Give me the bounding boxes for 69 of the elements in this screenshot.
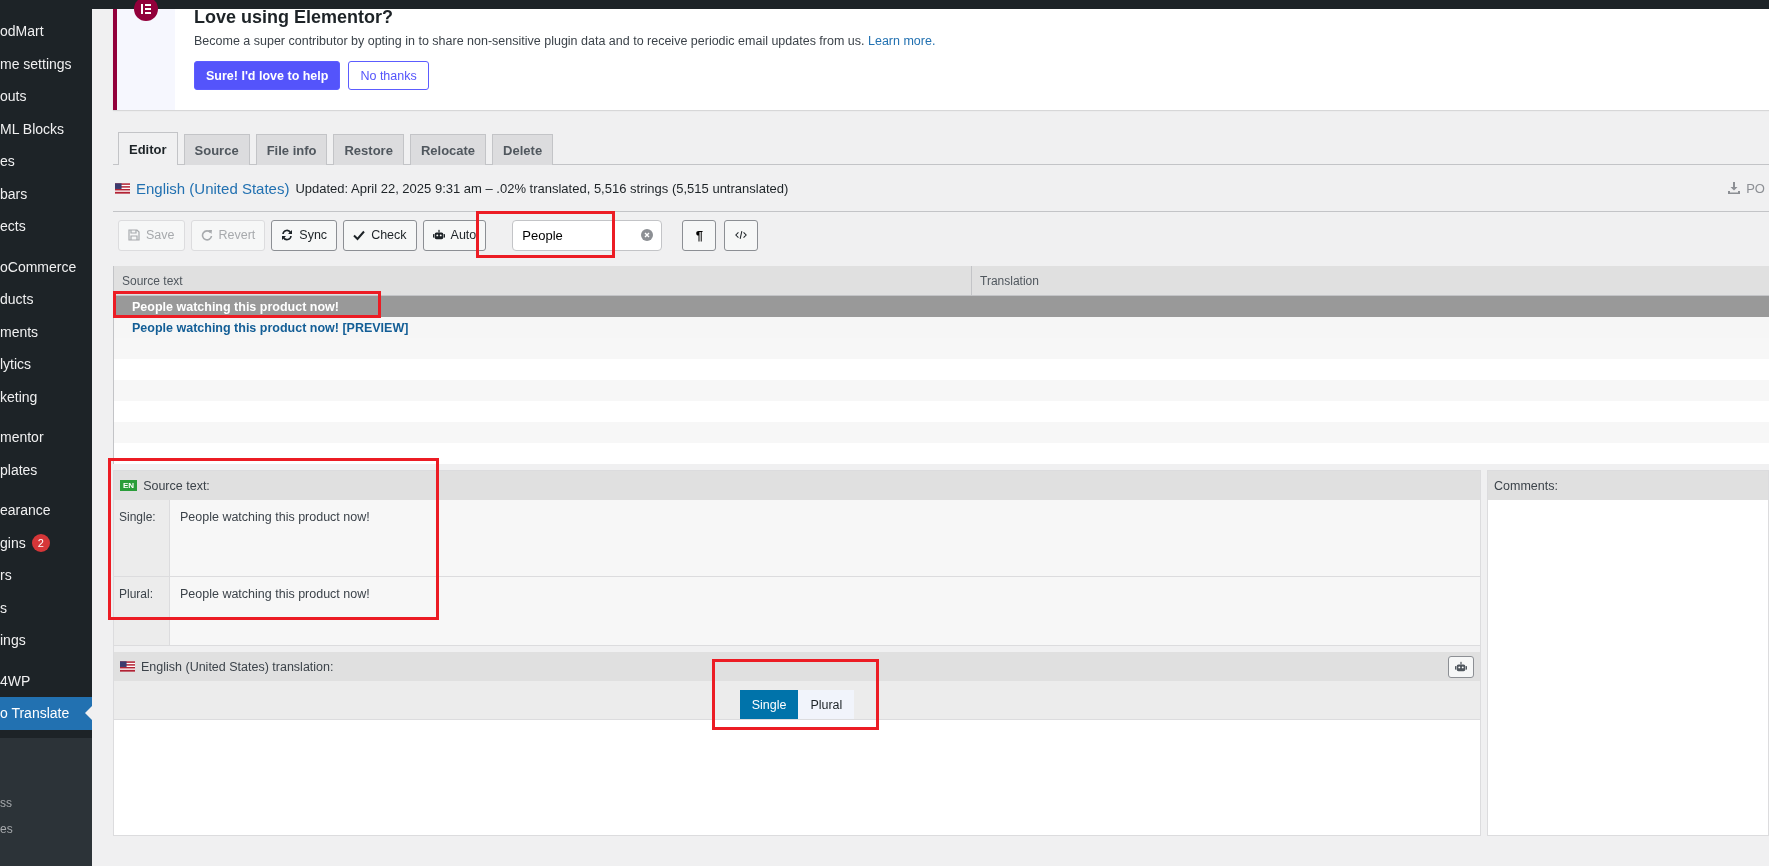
sidebar-item[interactable]: ments <box>0 315 92 348</box>
sidebar-item[interactable]: ML Blocks <box>0 112 92 145</box>
submenu-item[interactable]: es <box>0 821 92 838</box>
download-icon <box>1728 182 1741 194</box>
sidebar-item[interactable]: me settings <box>0 47 92 80</box>
sidebar-item[interactable]: o Translate <box>0 697 92 730</box>
check-icon <box>353 229 366 241</box>
sidebar-item[interactable]: gins 2 <box>0 526 92 559</box>
clear-icon[interactable] <box>641 229 654 241</box>
column-header: Source text <box>121 273 184 288</box>
auto-translate-button[interactable] <box>1448 655 1474 678</box>
toolbar-button[interactable]: Check <box>343 219 417 251</box>
submenu-item[interactable]: ss <box>0 795 92 812</box>
us-flag-icon <box>115 182 130 194</box>
sidebar-item[interactable]: keting <box>0 380 92 413</box>
robot-icon <box>1455 660 1467 673</box>
undo-icon <box>200 229 213 241</box>
form-label: Single: <box>114 500 169 576</box>
source-text: People watching this product now! <box>169 500 1480 576</box>
tab[interactable]: Delete <box>492 134 554 165</box>
sidebar-item[interactable]: ducts <box>0 283 92 316</box>
sidebar-item[interactable]: es <box>0 145 92 178</box>
sidebar-item[interactable]: ings <box>0 624 92 657</box>
string-row[interactable]: People watching this product now! [PREVIEW] <box>114 317 1769 338</box>
opt-in-button[interactable]: Sure! I'd love to help <box>194 61 341 90</box>
sidebar-item[interactable]: odMart <box>0 15 92 48</box>
sidebar-item[interactable]: ects <box>0 210 92 243</box>
notice-text: Become a super contributor by opting in to share non-sensitive plugin data and to receive periodic email updates from us. Learn more. <box>194 34 936 48</box>
sidebar-item[interactable]: rs <box>0 559 92 592</box>
form-label: Plural: <box>114 577 169 645</box>
plural-form-tab[interactable]: Single <box>739 690 799 719</box>
locale-info: Updated: April 22, 2025 9:31 am – .02% translated, 5,516 strings (5,515 untranslated) <box>295 180 789 196</box>
translation-field[interactable] <box>114 719 1480 835</box>
us-flag-icon <box>120 661 135 672</box>
sidebar-item[interactable]: 4WP <box>0 664 92 697</box>
code-icon <box>735 229 748 241</box>
source-text: People watching this product now! <box>169 577 1480 645</box>
sidebar-item[interactable]: lytics <box>0 348 92 381</box>
sidebar-item[interactable]: mentor <box>0 421 92 454</box>
panel-title: Comments: <box>1494 478 1558 493</box>
tab[interactable]: Editor <box>118 132 178 165</box>
panel-title: English (United States) translation: <box>141 659 334 674</box>
notice-title: Love using Elementor? <box>194 6 395 28</box>
sidebar-item[interactable]: plates <box>0 453 92 486</box>
locale-link[interactable]: English (United States) <box>136 179 290 197</box>
sync-icon <box>281 229 294 241</box>
tab[interactable]: Source <box>183 134 250 165</box>
search-field[interactable]: People <box>512 219 663 251</box>
learn-more-link[interactable]: Learn more. <box>868 34 936 48</box>
tab[interactable]: File info <box>255 134 328 165</box>
column-header: Translation <box>971 266 1769 295</box>
dismiss-button[interactable]: No thanks <box>348 61 429 90</box>
language-badge: EN <box>120 480 138 491</box>
tab[interactable]: Relocate <box>409 134 487 165</box>
plural-form-tab[interactable]: Plural <box>798 690 855 719</box>
update-count-badge: 2 <box>31 533 50 552</box>
toolbar-button[interactable]: Sync <box>271 219 338 251</box>
invisibles-button[interactable]: ¶ <box>682 219 717 251</box>
sidebar-item[interactable]: earance <box>0 494 92 527</box>
tab[interactable]: Restore <box>333 134 404 165</box>
robot-icon <box>432 229 445 241</box>
save-icon <box>128 229 140 241</box>
panel-title: Source text: <box>143 478 210 493</box>
sidebar-item[interactable]: s <box>0 591 92 624</box>
sidebar-item[interactable]: oCommerce <box>0 250 92 283</box>
sidebar-item[interactable]: outs <box>0 80 92 113</box>
toolbar-button[interactable]: Auto <box>422 219 487 251</box>
sidebar-item[interactable]: bars <box>0 177 92 210</box>
code-view-button[interactable] <box>724 219 759 251</box>
